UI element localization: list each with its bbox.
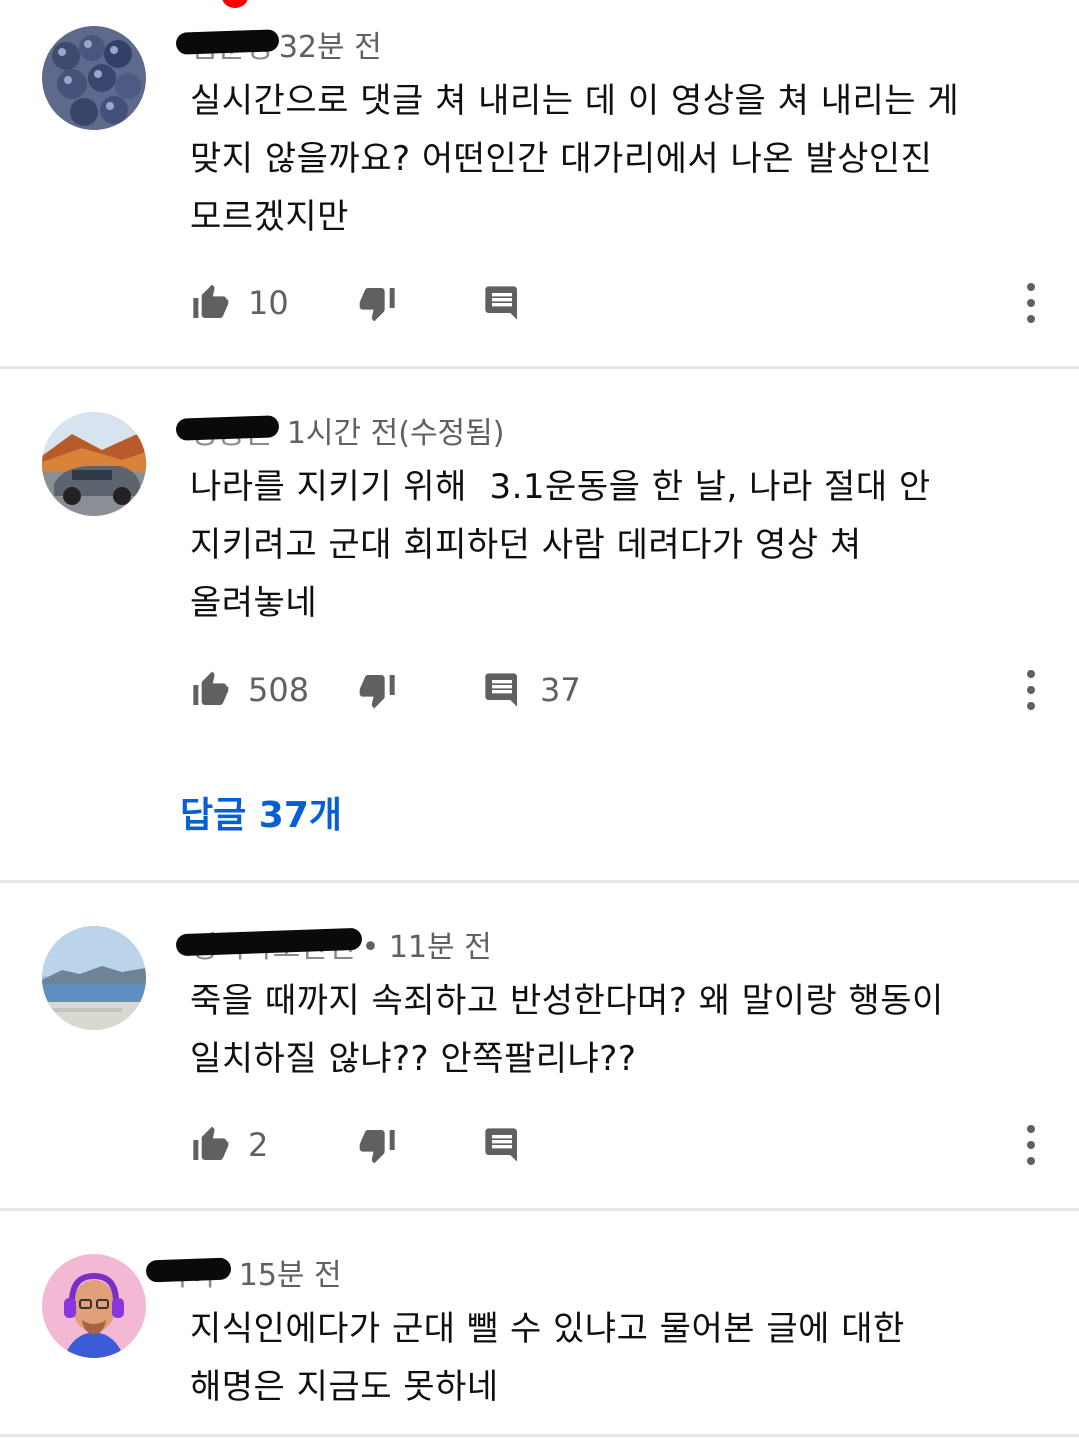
comment-line: 지식인에다가 군대 뺄 수 있냐고 물어본 글에 대한 — [190, 1309, 905, 1349]
comment-icon — [485, 673, 517, 707]
thumb-up-icon — [193, 671, 229, 705]
comment-line: 나라를 지키기 위해 3.1운동을 한 날, 나라 절대 안 — [190, 467, 931, 507]
comment-time: 32분 전 — [278, 30, 382, 65]
like-count: 508 — [248, 671, 310, 709]
comment-line: 올려놓네 — [190, 583, 318, 623]
redaction-mark — [175, 415, 280, 441]
divider — [0, 880, 1079, 883]
dislike-button[interactable] — [358, 278, 398, 328]
comment-text: 지식인에다가 군대 뺄 수 있냐고 물어본 글에 대한 해명은 지금도 못하네 — [190, 1300, 1050, 1416]
divider — [0, 1434, 1079, 1437]
comment-line: 실시간으로 댓글 쳐 내리는 데 이 영상을 쳐 내리는 게 — [190, 81, 960, 121]
comment-text: 죽을 때까지 속죄하고 반성한다며? 왜 말이랑 행동이 일치하질 않냐?? 안… — [190, 972, 1050, 1088]
author-name-redacted[interactable]: 이이· — [145, 1250, 232, 1294]
comment-line: 모르겠지만 — [190, 197, 349, 237]
author-name-redacted[interactable]: 정치과도반인 — [175, 922, 362, 966]
like-count: 10 — [248, 284, 289, 322]
comment-line: 맞지 않을까요? 어떤인간 대가리에서 나온 발상인진 — [190, 139, 933, 179]
thumb-up-icon — [193, 284, 229, 318]
avatar[interactable] — [42, 926, 146, 1030]
comment-header: 정동근 1시간 전(수정됨) — [175, 408, 505, 452]
redaction-mark — [145, 1257, 232, 1283]
comment-line: 지키려고 군대 회피하던 사람 데려다가 영상 쳐 — [190, 525, 862, 565]
dislike-button[interactable] — [358, 665, 398, 715]
reply-button[interactable]: 37 — [482, 665, 581, 715]
reply-button[interactable] — [482, 278, 522, 328]
more-vert-icon[interactable] — [1024, 282, 1038, 324]
thumb-up-icon — [193, 1126, 229, 1160]
comment-actions: 508 37 — [190, 665, 1050, 715]
comment-icon — [485, 286, 517, 320]
comment-icon — [485, 1128, 517, 1162]
comment-time: • 11분 전 — [361, 930, 492, 965]
thumb-down-icon — [359, 675, 395, 709]
comment-line: 해명은 지금도 못하네 — [190, 1367, 499, 1407]
author-name-redacted[interactable]: 정동근 — [175, 408, 280, 452]
reply-count: 37 — [540, 671, 581, 709]
comment-header: 김문경 32분 전 — [175, 22, 382, 66]
comment-time: 15분 전 — [238, 1258, 342, 1293]
view-replies-link[interactable]: 답글 37개 — [180, 786, 342, 838]
redaction-mark — [175, 927, 362, 957]
like-button[interactable]: 10 — [190, 278, 289, 328]
thumb-down-icon — [359, 288, 395, 322]
comment-actions: 2 — [190, 1120, 1050, 1170]
divider — [0, 366, 1079, 369]
comment-text: 나라를 지키기 위해 3.1운동을 한 날, 나라 절대 안 지키려고 군대 회… — [190, 458, 1050, 632]
dislike-button[interactable] — [358, 1120, 398, 1170]
thumb-down-icon — [359, 1130, 395, 1164]
comment-line: 죽을 때까지 속죄하고 반성한다며? 왜 말이랑 행동이 — [190, 981, 944, 1021]
avatar[interactable] — [42, 26, 146, 130]
like-count: 2 — [248, 1126, 269, 1164]
divider — [0, 1208, 1079, 1211]
comment-header: 이이· 15분 전 — [145, 1250, 342, 1294]
avatar[interactable] — [42, 1254, 146, 1358]
like-button[interactable]: 508 — [190, 665, 309, 715]
more-vert-icon[interactable] — [1024, 669, 1038, 711]
comment-time: 1시간 전(수정됨) — [286, 416, 505, 451]
more-vert-icon[interactable] — [1024, 1124, 1038, 1166]
comment-text: 실시간으로 댓글 쳐 내리는 데 이 영상을 쳐 내리는 게 맞지 않을까요? … — [190, 72, 1050, 246]
comment-actions: 10 — [190, 278, 1050, 328]
like-button[interactable]: 2 — [190, 1120, 268, 1170]
author-name-redacted[interactable]: 김문경 — [175, 22, 280, 66]
redaction-mark — [175, 29, 280, 55]
comment-header: 정치과도반인 • 11분 전 — [175, 922, 492, 966]
avatar[interactable] — [42, 412, 146, 516]
comment-line: 일치하질 않냐?? 안쪽팔리냐?? — [190, 1039, 637, 1079]
notification-dot — [222, 0, 248, 8]
reply-button[interactable] — [482, 1120, 522, 1170]
